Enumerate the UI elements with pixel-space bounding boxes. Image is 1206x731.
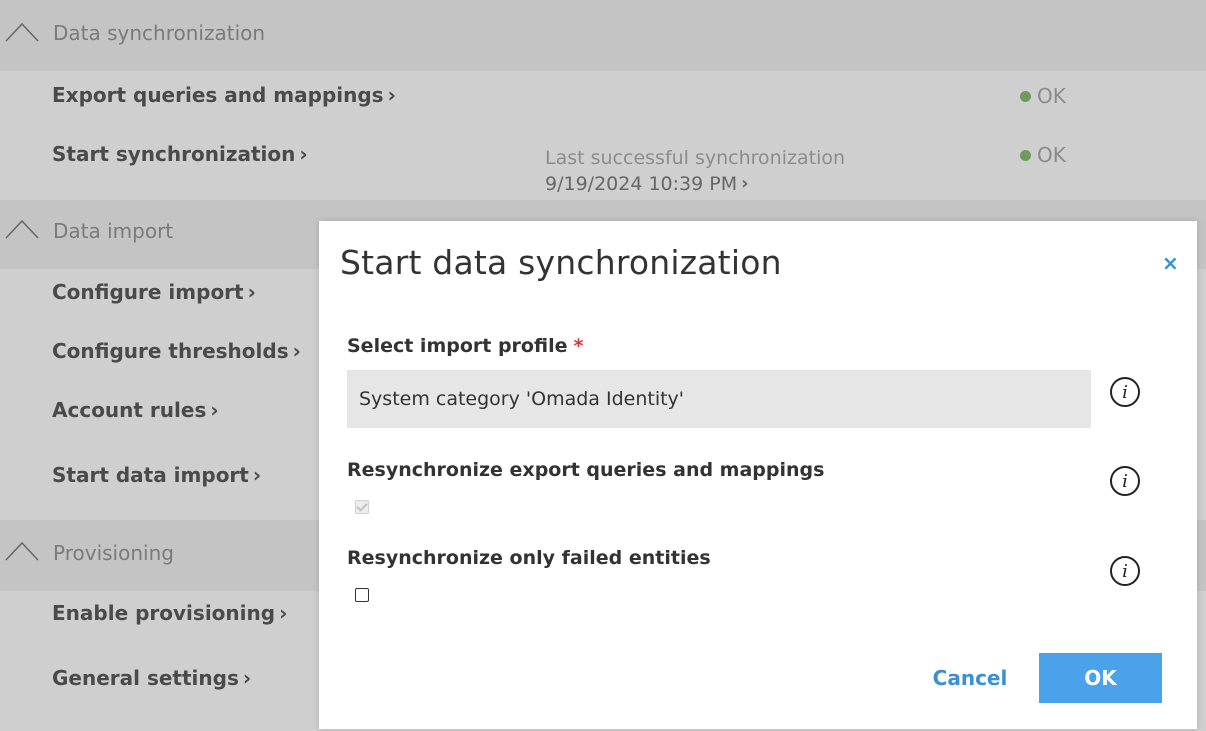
info-icon[interactable]: i <box>1110 556 1140 586</box>
resync-checkbox[interactable] <box>355 500 369 514</box>
cancel-button[interactable]: Cancel <box>911 653 1029 703</box>
dialog-title: Start data synchronization <box>340 243 782 282</box>
chevron-right-icon: › <box>741 173 749 194</box>
import-profile-value: System category 'Omada Identity' <box>359 388 685 410</box>
last-sync-info: Last successful synchronization 9/19/202… <box>545 145 845 197</box>
status-badge: OK <box>1020 84 1066 108</box>
account-rules-link[interactable]: Account rules › <box>52 398 219 422</box>
section-title: Provisioning <box>53 541 174 565</box>
info-icon[interactable]: i <box>1110 466 1140 496</box>
status-text: OK <box>1037 84 1066 108</box>
chevron-right-icon: › <box>242 666 252 690</box>
resync-label: Resynchronize export queries and mapping… <box>347 459 825 481</box>
collapse-chevron-icon[interactable] <box>4 218 40 240</box>
chevron-right-icon: › <box>247 280 256 304</box>
chevron-right-icon: › <box>299 142 308 166</box>
status-dot-icon <box>1020 149 1031 161</box>
profile-label-text: Select import profile <box>347 335 568 357</box>
chevron-right-icon: › <box>292 339 301 363</box>
start-sync-dialog: Start data synchronization × Select impo… <box>319 221 1197 729</box>
link-label: Export queries and mappings <box>52 83 384 107</box>
export-queries-link[interactable]: Export queries and mappings › <box>52 83 396 107</box>
chevron-right-icon: › <box>279 601 288 625</box>
enable-provisioning-link[interactable]: Enable provisioning › <box>52 601 287 625</box>
info-glyph: i <box>1122 470 1128 492</box>
link-label: Configure thresholds <box>52 339 289 363</box>
info-glyph: i <box>1122 381 1128 403</box>
chevron-right-icon: › <box>387 83 396 107</box>
chevron-right-icon: › <box>210 398 219 422</box>
failed-only-checkbox[interactable] <box>355 588 369 602</box>
info-icon[interactable]: i <box>1110 377 1140 407</box>
failed-only-label: Resynchronize only failed entities <box>347 547 711 569</box>
last-sync-date: 9/19/2024 10:39 PM <box>545 173 738 195</box>
start-data-import-link[interactable]: Start data import › <box>52 463 261 487</box>
configure-import-link[interactable]: Configure import › <box>52 280 256 304</box>
info-glyph: i <box>1122 560 1128 582</box>
last-sync-date-link[interactable]: 9/19/2024 10:39 PM › <box>545 171 845 197</box>
link-label: Enable provisioning <box>52 601 276 625</box>
collapse-chevron-icon[interactable] <box>4 540 40 562</box>
last-sync-label: Last successful synchronization <box>545 147 846 169</box>
general-settings-link[interactable]: General settings › <box>52 666 251 690</box>
chevron-right-icon: › <box>252 463 262 487</box>
section-title: Data import <box>53 219 174 243</box>
collapse-chevron-icon[interactable] <box>4 21 40 43</box>
link-label: Account rules <box>52 398 207 422</box>
link-label: Start synchronization <box>52 142 296 166</box>
link-label: General settings <box>52 666 239 690</box>
status-dot-icon <box>1020 90 1031 102</box>
start-sync-link[interactable]: Start synchronization › <box>52 142 308 166</box>
status-text: OK <box>1037 143 1066 167</box>
required-marker: * <box>573 335 584 357</box>
profile-label: Select import profile * <box>347 335 583 357</box>
close-icon[interactable]: × <box>1162 251 1179 275</box>
link-label: Configure import <box>52 280 244 304</box>
section-title: Data synchronization <box>53 21 266 45</box>
configure-thresholds-link[interactable]: Configure thresholds › <box>52 339 301 363</box>
section-header-data-sync[interactable]: Data synchronization <box>0 0 1206 71</box>
import-profile-select[interactable]: System category 'Omada Identity' <box>347 370 1091 428</box>
link-label: Start data import <box>52 463 249 487</box>
ok-button[interactable]: OK <box>1039 653 1162 703</box>
status-badge: OK <box>1020 143 1066 167</box>
